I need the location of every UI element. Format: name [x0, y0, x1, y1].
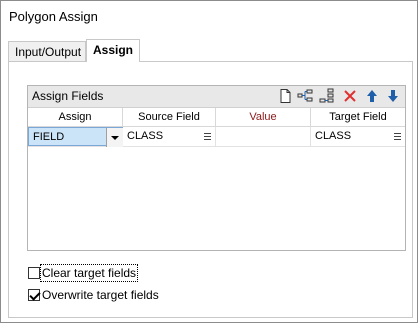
insert-row-icon[interactable]: [297, 88, 313, 104]
delete-icon[interactable]: [342, 88, 358, 104]
source-field-value: CLASS: [127, 130, 164, 142]
clear-target-fields-checkbox[interactable]: [28, 267, 40, 279]
chevron-down-icon[interactable]: [106, 128, 123, 147]
assign-tab-panel: Assign Fields Assign Source Field Value …: [8, 61, 413, 318]
move-down-icon[interactable]: [385, 88, 401, 104]
column-header-value[interactable]: Value: [216, 108, 311, 126]
column-header-target-field[interactable]: Target Field: [311, 108, 405, 126]
tab-assign[interactable]: Assign: [86, 39, 140, 62]
field-list-icon[interactable]: [204, 133, 211, 140]
new-row-icon[interactable]: [277, 88, 293, 104]
target-field-cell[interactable]: CLASS: [311, 127, 405, 146]
target-field-value: CLASS: [315, 130, 352, 142]
assign-fields-title: Assign Fields: [32, 89, 104, 103]
dialog-window: Polygon Assign Input/Output Assign Assig…: [0, 0, 418, 323]
overwrite-target-fields-label[interactable]: Overwrite target fields: [42, 288, 159, 302]
append-row-icon[interactable]: [319, 88, 335, 104]
assign-fields-group: Assign Fields Assign Source Field Value …: [27, 85, 406, 251]
table-row: FIELD CLASS CLASS: [28, 127, 405, 147]
overwrite-target-fields-checkbox[interactable]: [28, 289, 40, 301]
assign-fields-header: Assign Fields: [28, 86, 405, 108]
field-list-icon[interactable]: [394, 133, 401, 140]
value-cell[interactable]: [216, 127, 311, 146]
window-title: Polygon Assign: [9, 9, 98, 24]
source-field-cell[interactable]: CLASS: [123, 127, 216, 146]
move-up-icon[interactable]: [364, 88, 380, 104]
assign-type-select[interactable]: FIELD: [28, 127, 123, 147]
tab-input-output[interactable]: Input/Output: [8, 41, 86, 61]
grid-header: Assign Source Field Value Target Field: [28, 108, 405, 127]
column-header-assign[interactable]: Assign: [28, 108, 123, 126]
clear-target-fields-label[interactable]: Clear target fields: [39, 264, 139, 282]
assign-type-value: FIELD: [33, 131, 65, 143]
column-header-source-field[interactable]: Source Field: [123, 108, 216, 126]
